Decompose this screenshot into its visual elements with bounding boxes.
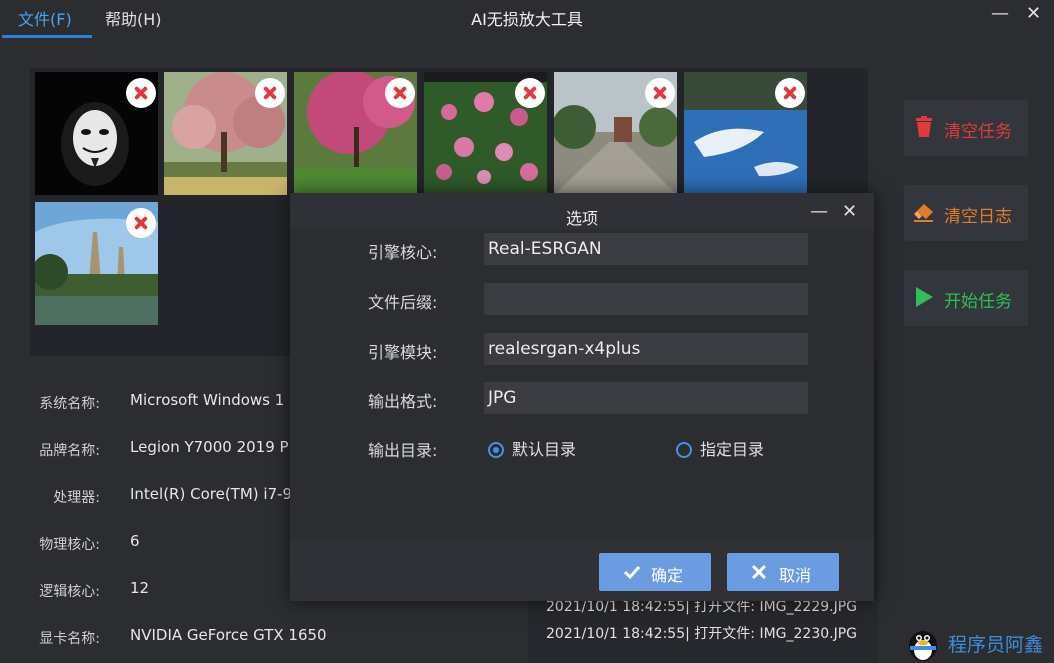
remove-image-icon[interactable]	[126, 208, 156, 238]
info-label-gpu: 显卡名称:	[39, 631, 100, 647]
radio-default-dir[interactable]	[488, 442, 504, 458]
start-tasks-button[interactable]: 开始任务	[904, 270, 1028, 326]
info-label-brand: 品牌名称:	[39, 443, 100, 459]
output-format-label: 输出格式:	[368, 392, 438, 411]
output-format-field[interactable]: JPG	[484, 382, 808, 414]
check-icon	[623, 565, 641, 580]
play-icon	[916, 287, 933, 307]
engine-core-label: 引擎核心:	[368, 243, 438, 262]
radio-custom-dir-label[interactable]: 指定目录	[700, 436, 764, 460]
info-value-cpu: Intel(R) Core(TM) i7-9	[130, 485, 293, 503]
dialog-close-button[interactable]: ✕	[842, 201, 857, 222]
radio-custom-dir[interactable]	[676, 442, 692, 458]
minimize-button[interactable]: —	[991, 4, 1009, 24]
info-value-brand: Legion Y7000 2019 P	[130, 438, 289, 456]
thumbnail-anonymous[interactable]	[35, 72, 158, 195]
engine-core-field[interactable]: Real-ESRGAN	[484, 233, 808, 265]
info-label-os: 系统名称:	[39, 396, 100, 412]
file-suffix-field[interactable]	[484, 283, 808, 315]
clear-log-button[interactable]: 清空日志	[904, 185, 1028, 241]
watermark: 程序员阿鑫	[900, 622, 1054, 663]
thumbnail-sky-water[interactable]	[684, 72, 807, 195]
options-dialog: 选项 — ✕ 引擎核心: Real-ESRGAN 文件后缀: 引擎模块: rea…	[290, 193, 874, 601]
remove-image-icon[interactable]	[255, 78, 285, 108]
info-label-cpu: 处理器:	[53, 490, 100, 506]
dialog-minimize-button[interactable]: —	[810, 201, 828, 222]
thumbnail-pink-tree[interactable]	[294, 72, 417, 195]
cancel-label: 取消	[779, 566, 812, 585]
info-value-logical-cores: 12	[130, 579, 150, 597]
info-label-physical-cores: 物理核心:	[39, 537, 100, 553]
cancel-button[interactable]: 取消	[727, 553, 839, 591]
dialog-title: 选项	[565, 209, 598, 228]
info-value-os: Microsoft Windows 1	[130, 391, 285, 409]
confirm-label: 确定	[651, 566, 684, 585]
remove-image-icon[interactable]	[385, 78, 415, 108]
x-icon	[751, 564, 767, 580]
thumbnail-flowers[interactable]	[424, 72, 547, 195]
info-value-physical-cores: 6	[130, 532, 140, 550]
eraser-icon	[914, 204, 933, 222]
dialog-body: 引擎核心: Real-ESRGAN 文件后缀: 引擎模块: realesrgan…	[290, 229, 874, 539]
radio-default-dir-label[interactable]: 默认目录	[512, 436, 576, 460]
menu-bar: 文件(F) 帮助(H) AI无损放大工具 — ✕	[0, 0, 1054, 38]
menu-active-indicator	[2, 35, 92, 38]
remove-image-icon[interactable]	[515, 78, 545, 108]
trash-icon	[916, 116, 932, 137]
close-button[interactable]: ✕	[1026, 4, 1041, 24]
clear-log-label: 清空日志	[944, 207, 1012, 227]
thumbnail-street[interactable]	[554, 72, 677, 195]
info-value-gpu: NVIDIA GeForce GTX 1650	[130, 626, 327, 644]
engine-model-label: 引擎模块:	[368, 343, 438, 362]
start-tasks-label: 开始任务	[944, 292, 1012, 312]
thumbnail-blossom-tree[interactable]	[164, 72, 287, 195]
confirm-button[interactable]: 确定	[599, 553, 711, 591]
log-line: 2021/10/1 18:42:55| 打开文件: IMG_2230.JPG	[546, 626, 858, 642]
remove-image-icon[interactable]	[126, 78, 156, 108]
clear-tasks-label: 清空任务	[944, 122, 1012, 142]
file-suffix-label: 文件后缀:	[368, 293, 438, 312]
penguin-icon	[909, 631, 937, 661]
remove-image-icon[interactable]	[775, 78, 805, 108]
output-dir-label: 输出目录:	[368, 441, 438, 460]
app-title: AI无损放大工具	[471, 10, 583, 29]
watermark-text: 程序员阿鑫	[948, 634, 1044, 656]
info-label-logical-cores: 逻辑核心:	[39, 584, 100, 600]
engine-model-field[interactable]: realesrgan-x4plus	[484, 333, 808, 365]
clear-tasks-button[interactable]: 清空任务	[904, 100, 1028, 156]
remove-image-icon[interactable]	[645, 78, 675, 108]
thumbnail-pagodas-lake[interactable]	[35, 202, 158, 325]
